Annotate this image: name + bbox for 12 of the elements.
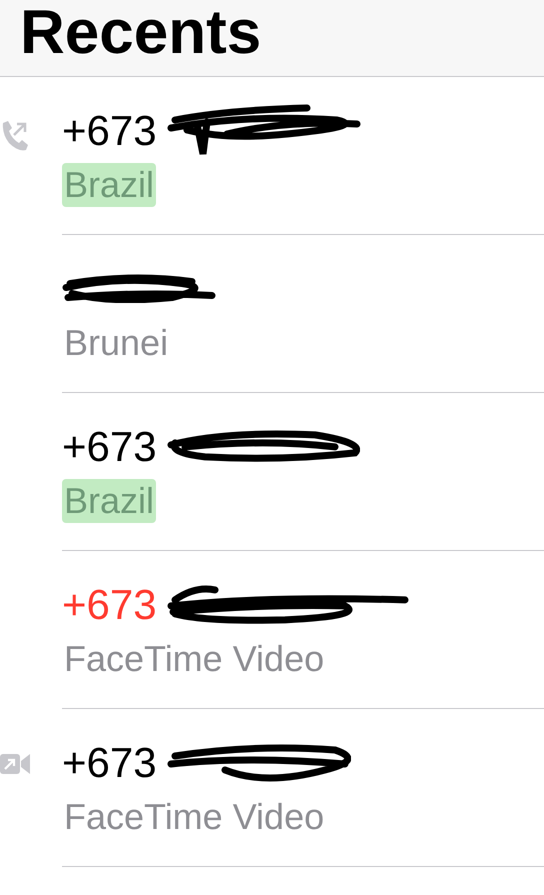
screen-title: Recents bbox=[20, 0, 262, 66]
phone-number: +673 bbox=[62, 738, 157, 788]
outgoing-call-icon bbox=[0, 119, 28, 153]
highlighted-call-label: Brazil bbox=[62, 162, 156, 206]
call-label: Brunei bbox=[63, 320, 170, 364]
outgoing-video-icon bbox=[0, 751, 30, 777]
phone-number: +673 bbox=[62, 422, 157, 472]
highlighted-call-label: Brazil bbox=[62, 478, 156, 522]
phone-number: +673 bbox=[62, 580, 157, 630]
call-label: FaceTime Video bbox=[63, 794, 326, 838]
phone-number: +673 bbox=[62, 106, 157, 156]
call-label: FaceTime Video bbox=[63, 636, 326, 680]
